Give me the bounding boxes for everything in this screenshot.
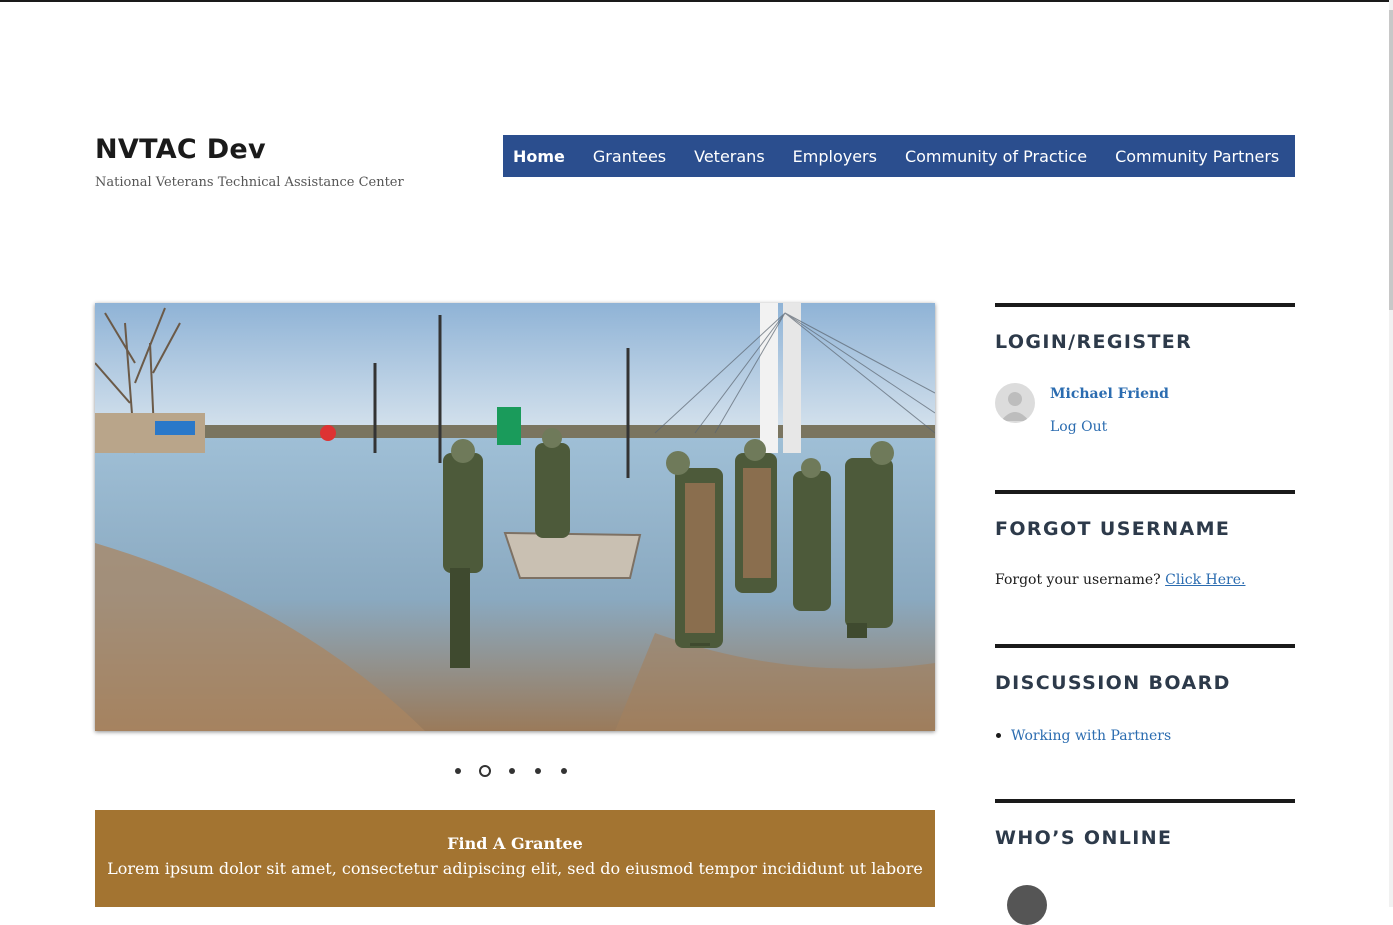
logout-link[interactable]: Log Out	[1050, 419, 1107, 435]
discussion-list: Working with Partners	[995, 728, 1171, 744]
nav-item-community-partners[interactable]: Community Partners	[1115, 147, 1279, 166]
whos-online-title: WHO’S ONLINE	[995, 827, 1173, 849]
find-grantee-text: Lorem ipsum dolor sit amet, consectetur …	[107, 859, 923, 878]
forgot-username-widget: FORGOT USERNAME Forgot your username? Cl…	[995, 490, 1295, 644]
site-description: National Veterans Technical Assistance C…	[95, 175, 404, 190]
flood-scene-image	[95, 303, 935, 731]
find-grantee-title[interactable]: Find A Grantee	[95, 834, 935, 853]
slider-pagination	[455, 763, 567, 779]
list-bullet-icon	[996, 732, 1001, 738]
slider-dot-5[interactable]	[561, 768, 567, 774]
slider-dot-1[interactable]	[455, 768, 461, 774]
forgot-username-text: Forgot your username? Click Here.	[995, 572, 1245, 588]
login-widget-title: LOGIN/REGISTER	[995, 331, 1193, 353]
user-avatar	[995, 383, 1035, 423]
nav-item-employers[interactable]: Employers	[793, 147, 877, 166]
nav-item-community-of-practice[interactable]: Community of Practice	[905, 147, 1087, 166]
hero-slider-image[interactable]	[95, 303, 935, 731]
slider-dot-2[interactable]	[479, 765, 491, 777]
discussion-board-title: DISCUSSION BOARD	[995, 672, 1231, 694]
slider-dot-3[interactable]	[509, 768, 515, 774]
nav-item-home[interactable]: Home	[513, 147, 565, 166]
find-grantee-box[interactable]: Find A Grantee Lorem ipsum dolor sit ame…	[95, 810, 935, 907]
discussion-board-widget: DISCUSSION BOARD Working with Partners	[995, 644, 1295, 798]
forgot-username-title: FORGOT USERNAME	[995, 518, 1231, 540]
slider-dot-4[interactable]	[535, 768, 541, 774]
discussion-item-link[interactable]: Working with Partners	[1011, 728, 1171, 744]
scrollbar-thumb[interactable]	[1389, 10, 1393, 310]
main-navigation: Home Grantees Veterans Employers Communi…	[503, 135, 1295, 177]
top-border	[0, 0, 1393, 2]
site-title[interactable]: NVTAC Dev	[95, 134, 266, 165]
avatar-placeholder-icon	[1001, 392, 1029, 421]
nav-item-grantees[interactable]: Grantees	[593, 147, 666, 166]
nav-item-veterans[interactable]: Veterans	[694, 147, 765, 166]
scrollbar[interactable]	[1389, 0, 1393, 907]
whos-online-widget: WHO’S ONLINE	[995, 799, 1295, 925]
user-name-link[interactable]: Michael Friend	[1050, 386, 1169, 402]
online-user-avatar[interactable]	[1007, 885, 1047, 925]
forgot-username-prompt: Forgot your username?	[995, 572, 1161, 588]
forgot-username-link[interactable]: Click Here.	[1165, 572, 1245, 588]
login-widget: LOGIN/REGISTER Michael Friend Log Out	[995, 303, 1295, 487]
